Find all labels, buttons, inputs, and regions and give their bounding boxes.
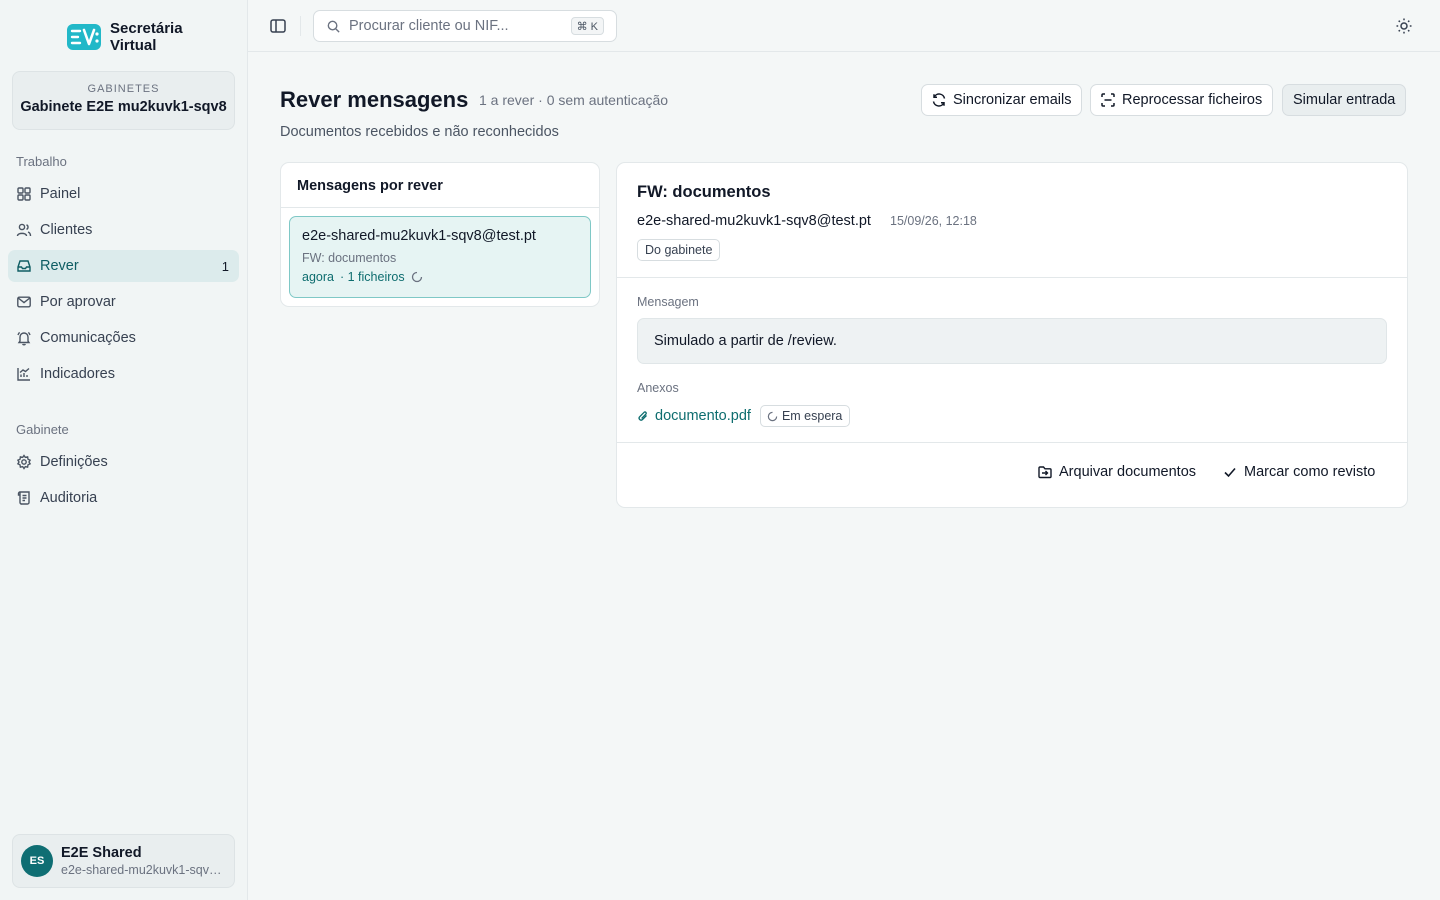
message-file-count: · 1 ficheiros: [339, 270, 405, 284]
sidebar-item-label: Auditoria: [40, 490, 98, 506]
sidebar-item-label: Clientes: [40, 222, 93, 238]
search-icon: [327, 20, 340, 33]
office-name: Gabinete E2E mu2kuvk1-sqv8: [20, 99, 227, 115]
brand-logo-icon: [67, 24, 101, 50]
sidebar-item-label: Rever: [40, 258, 79, 274]
paperclip-icon: [638, 411, 647, 421]
avatar: ES: [21, 845, 53, 877]
sidebar-item-label: Comunicações: [40, 330, 136, 346]
search-input[interactable]: [349, 18, 564, 34]
simulate-entry-label: Simular entrada: [1293, 92, 1396, 108]
sidebar-item-indicadores[interactable]: Indicadores: [8, 358, 239, 390]
app-root: Secretária Virtual GABINETES Gabinete E2…: [0, 0, 1440, 900]
user-name: E2E Shared: [61, 845, 142, 861]
bell-icon: [17, 331, 31, 346]
sync-emails-label: Sincronizar emails: [953, 92, 1072, 108]
loading-icon: [767, 411, 778, 421]
brand-name: Secretária Virtual: [110, 20, 183, 54]
sidebar-item-comunicacoes[interactable]: Comunicações: [8, 322, 239, 354]
attachment-link[interactable]: documento.pdf: [655, 408, 751, 424]
topbar-divider: [300, 16, 301, 36]
list-item[interactable]: e2e-shared-mu2kuvk1-sqv8@test.pt FW: doc…: [289, 216, 591, 298]
search-box[interactable]: ⌘ K: [313, 10, 617, 42]
page-title: Rever mensagens: [280, 87, 469, 112]
message-label: Mensagem: [637, 295, 699, 309]
attachments-label: Anexos: [637, 381, 679, 395]
archive-documents-button[interactable]: Arquivar documentos: [1037, 464, 1196, 480]
check-icon: [1224, 467, 1236, 478]
sidebar-item-label: Por aprovar: [40, 294, 116, 310]
reprocess-files-button[interactable]: Reprocessar ficheiros: [1090, 84, 1274, 116]
message-list-panel: Mensagens por rever e2e-shared-mu2kuvk1-…: [280, 162, 600, 307]
reprocess-files-label: Reprocessar ficheiros: [1122, 92, 1263, 108]
inbox-icon: [17, 260, 31, 272]
attachment-row: documento.pdf Em espera: [637, 405, 851, 427]
sidebar-item-rever[interactable]: Rever 1: [8, 250, 239, 282]
sidebar-item-painel[interactable]: Painel: [8, 178, 239, 210]
divider: [617, 442, 1407, 443]
sidebar-item-label: Definições: [40, 454, 108, 470]
message-meta: agora · 1 ficheiros: [302, 270, 578, 284]
attachment-status-badge: Em espera: [759, 405, 851, 427]
page-meta: 1 a rever · 0 sem autenticação: [479, 92, 669, 108]
message-body: Simulado a partir de /review.: [637, 318, 1387, 364]
sync-emails-button[interactable]: Sincronizar emails: [921, 84, 1083, 116]
user-menu[interactable]: ES E2E Shared e2e-shared-mu2kuvk1-sqv8@t…: [12, 834, 235, 888]
sidebar-item-clientes[interactable]: Clientes: [8, 214, 239, 246]
grid-icon: [17, 187, 31, 201]
nav-section-title-gabinete: Gabinete: [16, 422, 69, 437]
users-icon: [16, 223, 32, 237]
archive-in-icon: [1038, 466, 1052, 479]
archive-documents-label: Arquivar documentos: [1059, 464, 1197, 480]
gear-icon: [16, 454, 32, 470]
scan-icon: [1101, 93, 1115, 107]
brand[interactable]: Secretária Virtual: [66, 20, 200, 54]
detail-subject: FW: documentos: [637, 183, 771, 201]
mark-reviewed-label: Marcar como revisto: [1244, 464, 1376, 480]
sidebar-item-label: Painel: [40, 186, 81, 202]
message-list-title: Mensagens por rever: [281, 163, 599, 208]
simulate-entry-button[interactable]: Simular entrada: [1282, 84, 1407, 116]
detail-date: 15/09/26, 12:18: [890, 214, 977, 228]
message-subject: FW: documentos: [302, 251, 397, 265]
office-switcher[interactable]: GABINETES Gabinete E2E mu2kuvk1-sqv8: [12, 71, 235, 130]
sidebar-toggle-icon[interactable]: [269, 17, 287, 35]
nav-section-title-trabalho: Trabalho: [16, 154, 67, 169]
loading-icon: [411, 271, 422, 283]
message-time: agora: [302, 270, 334, 284]
user-info: E2E Shared e2e-shared-mu2kuvk1-sqv8@test…: [61, 845, 226, 877]
chart-icon: [17, 367, 30, 381]
sidebar-item-por-aprovar[interactable]: Por aprovar: [8, 286, 239, 318]
topbar: ⌘ K: [248, 0, 1440, 52]
divider: [617, 277, 1407, 278]
mail-icon: [17, 296, 31, 308]
sun-icon[interactable]: [1395, 17, 1413, 35]
detail-sender: e2e-shared-mu2kuvk1-sqv8@test.pt: [637, 213, 871, 229]
scroll-icon: [17, 491, 30, 505]
review-count-badge: 1: [221, 258, 229, 274]
sidebar-item-definicoes[interactable]: Definições: [8, 446, 239, 478]
search-shortcut: ⌘ K: [570, 17, 604, 35]
sidebar: Secretária Virtual GABINETES Gabinete E2…: [0, 0, 248, 900]
user-email: e2e-shared-mu2kuvk1-sqv8@test.pt: [61, 863, 226, 877]
attachment-status-label: Em espera: [781, 409, 843, 423]
refresh-icon: [932, 93, 946, 107]
sidebar-item-label: Indicadores: [40, 366, 115, 382]
message-sender: e2e-shared-mu2kuvk1-sqv8@test.pt: [302, 228, 536, 244]
mark-reviewed-button[interactable]: Marcar como revisto: [1222, 464, 1375, 480]
sidebar-item-auditoria[interactable]: Auditoria: [8, 482, 239, 514]
message-detail-panel: FW: documentos e2e-shared-mu2kuvk1-sqv8@…: [616, 162, 1408, 508]
office-label: GABINETES: [87, 83, 160, 95]
page-subtitle: Documentos recebidos e não reconhecidos: [280, 124, 559, 140]
origin-badge: Do gabinete: [637, 239, 721, 261]
